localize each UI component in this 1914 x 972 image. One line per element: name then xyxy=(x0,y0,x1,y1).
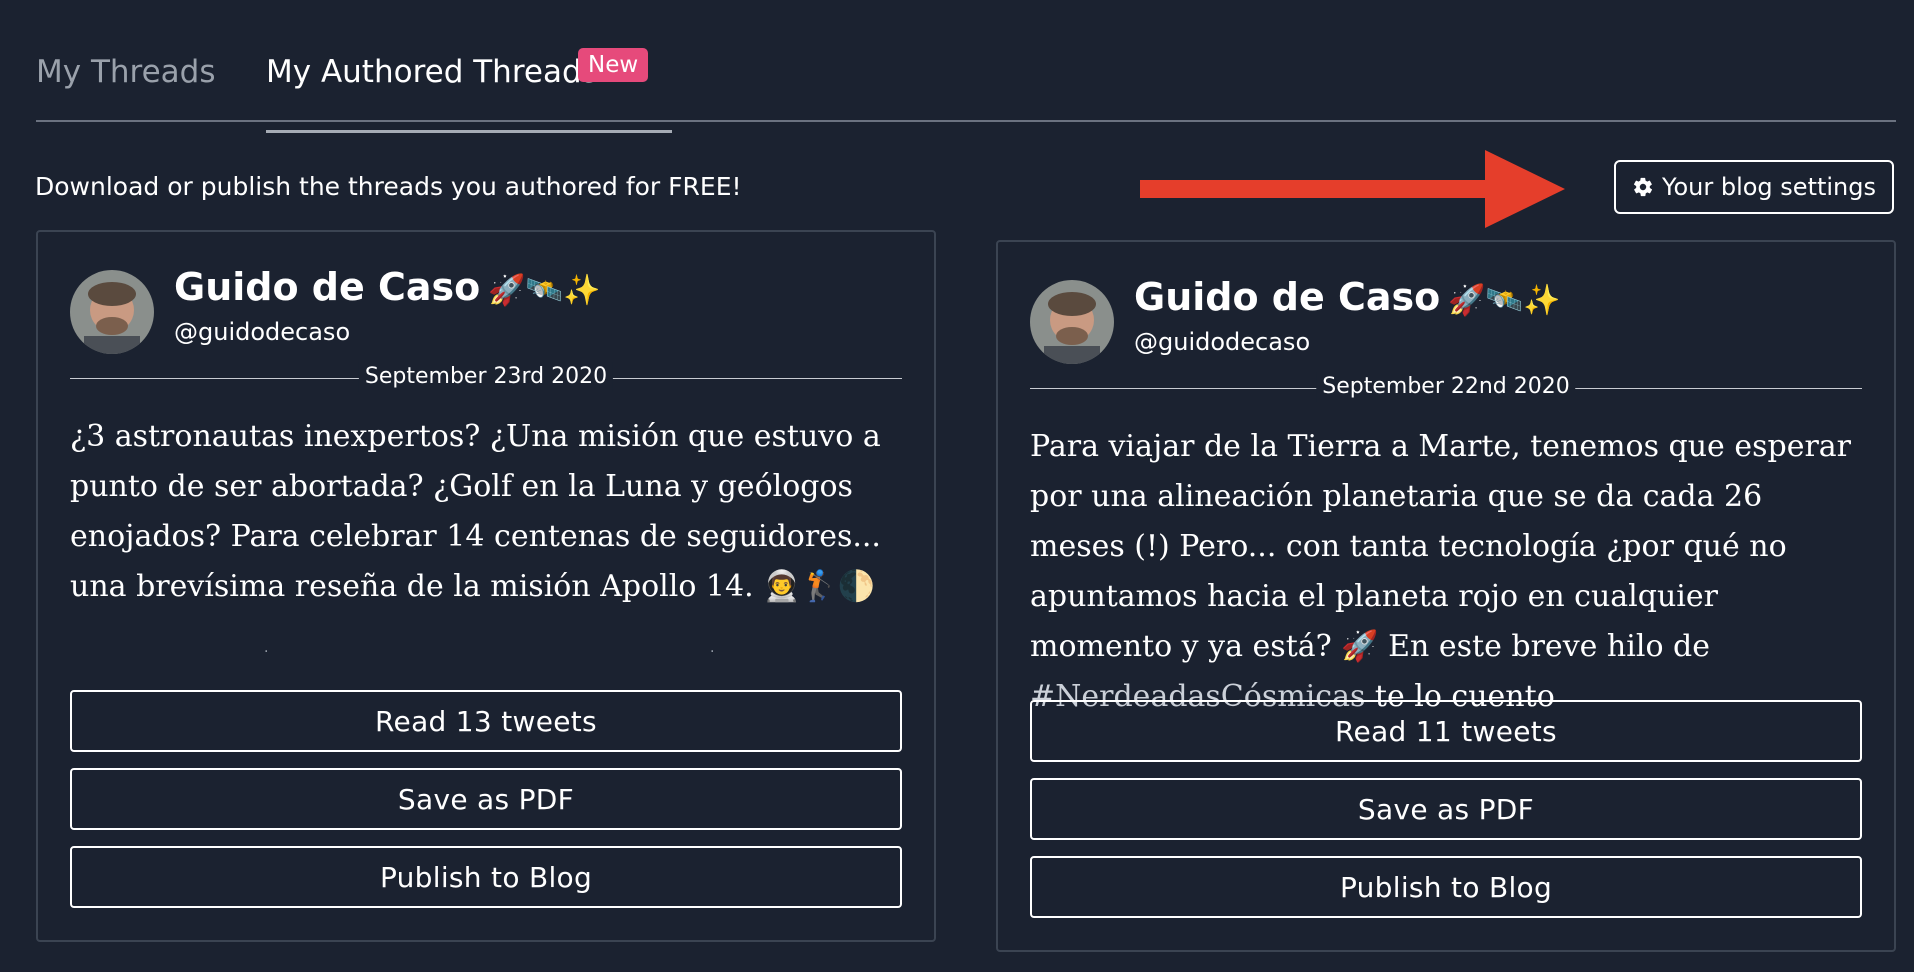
new-badge: New xyxy=(578,48,649,82)
tweet-text: ¿3 astronautas inexpertos? ¿Una misión q… xyxy=(70,419,881,604)
thread-date: September 23rd 2020 xyxy=(358,362,614,392)
publish-blog-button[interactable]: Publish to Blog xyxy=(1030,856,1862,918)
red-arrow-annotation xyxy=(1140,150,1565,228)
avatar xyxy=(1030,280,1114,364)
tab-my-threads[interactable]: My Threads xyxy=(36,52,216,92)
author-handle[interactable]: @guidodecaso xyxy=(174,316,350,348)
author-handle[interactable]: @guidodecaso xyxy=(1134,326,1310,358)
tab-my-authored-threads[interactable]: My Authored Threads xyxy=(266,52,672,133)
tweet-text: Para viajar de la Tierra a Marte, tenemo… xyxy=(1030,429,1852,714)
separator-dot: · xyxy=(264,644,269,660)
page-subtitle: Download or publish the threads you auth… xyxy=(35,172,742,201)
author-name[interactable]: Guido de Caso 🚀🛰️✨ xyxy=(1134,274,1560,324)
separator-dot: · xyxy=(710,644,715,660)
save-pdf-button[interactable]: Save as PDF xyxy=(70,768,902,830)
save-pdf-button[interactable]: Save as PDF xyxy=(1030,778,1862,840)
page: My Threads My Authored Threads New Downl… xyxy=(0,0,1914,972)
blog-settings-label: Your blog settings xyxy=(1661,173,1877,201)
tab-bar: My Threads My Authored Threads New xyxy=(36,38,1896,133)
gear-icon xyxy=(1633,177,1653,197)
date-divider: September 23rd 2020 xyxy=(70,362,902,392)
date-divider: September 22nd 2020 xyxy=(1030,372,1862,402)
author-name[interactable]: Guido de Caso 🚀🛰️✨ xyxy=(174,264,600,314)
read-tweets-button[interactable]: Read 13 tweets xyxy=(70,690,902,752)
blog-settings-button[interactable]: Your blog settings xyxy=(1614,160,1894,214)
publish-blog-button[interactable]: Publish to Blog xyxy=(70,846,902,908)
avatar xyxy=(70,270,154,354)
thread-card: Guido de Caso 🚀🛰️✨ @guidodecaso September… xyxy=(36,230,936,942)
thread-date: September 22nd 2020 xyxy=(1316,372,1576,402)
read-tweets-button[interactable]: Read 11 tweets xyxy=(1030,700,1862,762)
thread-card: Guido de Caso 🚀🛰️✨ @guidodecaso September… xyxy=(996,240,1896,952)
